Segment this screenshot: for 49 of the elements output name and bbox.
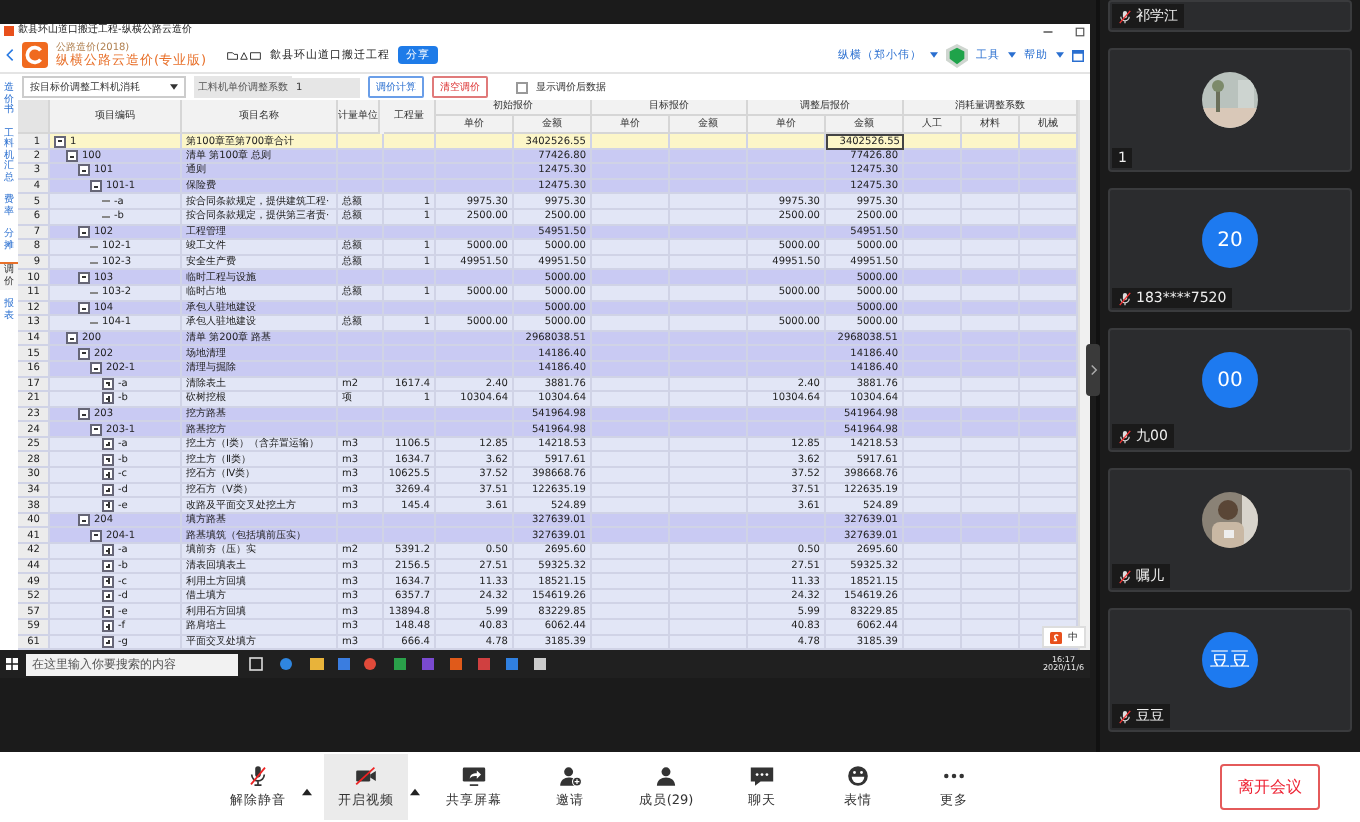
window-icon[interactable] [1072, 49, 1084, 61]
shield-icon[interactable] [946, 43, 968, 67]
back-icon[interactable] [6, 48, 14, 62]
caret-icon[interactable] [302, 788, 312, 796]
breadcrumb-icon [226, 49, 263, 61]
expand-toggle[interactable] [102, 620, 114, 633]
collapse-toggle[interactable] [78, 514, 90, 527]
expand-toggle[interactable] [102, 499, 114, 512]
expand-toggle[interactable] [102, 575, 114, 588]
dropdown-caret-icon [170, 84, 178, 90]
avatar: 00 [1202, 352, 1258, 408]
expand-toggle[interactable] [102, 392, 114, 405]
expand-toggle[interactable] [102, 453, 114, 466]
expand-toggle[interactable] [102, 468, 114, 481]
collapse-toggle[interactable] [78, 347, 90, 360]
restore-icon[interactable] [1074, 25, 1086, 37]
collapse-toggle[interactable] [90, 423, 102, 436]
avatar: 20 [1202, 212, 1258, 268]
expand-toggle[interactable] [102, 544, 114, 557]
collapse-toggle[interactable] [78, 164, 90, 177]
leave-meeting-button[interactable]: 离开会议 [1220, 764, 1320, 810]
add-person-icon [556, 764, 584, 788]
panel-collapse-button[interactable] [1086, 344, 1100, 396]
dropdown-caret-icon[interactable] [1008, 52, 1016, 58]
avatar: 豆豆 [1202, 632, 1258, 688]
collapse-toggle[interactable] [66, 332, 78, 345]
dropdown-caret-icon[interactable] [1056, 52, 1064, 58]
caret-icon[interactable] [410, 788, 420, 796]
chat-icon [748, 764, 776, 788]
collapse-toggle[interactable] [54, 135, 66, 147]
checkbox[interactable] [516, 81, 528, 93]
dropdown-caret-icon[interactable] [930, 52, 938, 58]
smiley-icon [844, 764, 872, 788]
expand-toggle[interactable] [102, 605, 114, 618]
sogou-icon [1050, 631, 1062, 644]
collapse-toggle[interactable] [90, 529, 102, 542]
screen-share-icon [460, 764, 488, 788]
collapse-toggle[interactable] [90, 180, 102, 193]
chevron-icon [1089, 364, 1097, 376]
minimize-icon[interactable] [1042, 25, 1054, 37]
expand-toggle[interactable] [102, 438, 114, 451]
logo-icon [22, 42, 48, 68]
collapse-toggle[interactable] [78, 271, 90, 284]
expand-toggle[interactable] [102, 590, 114, 603]
camera-off-icon [352, 764, 380, 788]
collapse-toggle[interactable] [90, 362, 102, 375]
app-icon [4, 26, 14, 36]
windows-start-icon[interactable] [6, 658, 18, 671]
people-icon [652, 764, 680, 788]
